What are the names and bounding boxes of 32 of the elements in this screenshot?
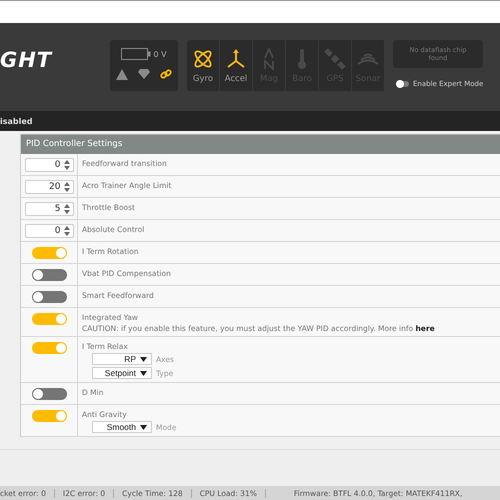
battery-voltage: 0 V xyxy=(153,50,167,58)
toggle-switch[interactable] xyxy=(32,313,66,325)
spinner-arrows-icon xyxy=(64,226,70,236)
toggle-switch[interactable] xyxy=(32,247,66,259)
caret-icon xyxy=(140,424,147,430)
toggle-switch[interactable] xyxy=(32,410,66,422)
dropdown-select[interactable]: Setpoint xyxy=(92,367,152,379)
expert-mode-switch[interactable] xyxy=(396,81,409,87)
toggle-switch[interactable] xyxy=(32,269,66,281)
logo-text: GHT xyxy=(0,48,54,72)
atom-icon xyxy=(192,48,214,70)
dropdown-select[interactable]: RP xyxy=(92,353,152,365)
number-input[interactable]: 5 xyxy=(24,202,74,216)
sensor-label: Accel xyxy=(224,74,248,84)
dropdown-select[interactable]: Smooth xyxy=(92,421,152,433)
panel-title: PID Controller Settings xyxy=(21,134,500,154)
satellite-icon xyxy=(324,48,346,70)
toggle-switch[interactable] xyxy=(32,291,66,303)
toggle-switch[interactable] xyxy=(32,342,66,354)
toggle-switch[interactable] xyxy=(32,388,66,400)
spinner-arrows-icon xyxy=(64,160,70,170)
number-input[interactable]: 0 xyxy=(24,158,74,172)
number-input[interactable]: 0 xyxy=(24,224,74,238)
battery-icon xyxy=(121,48,152,60)
banner-text: isabled xyxy=(0,116,33,126)
number-input[interactable]: 20 xyxy=(24,180,74,194)
caret-icon xyxy=(140,356,147,362)
sensor-label: Gyro xyxy=(192,74,214,84)
axes-arrows-icon xyxy=(225,48,247,70)
spinner-arrows-icon xyxy=(64,182,70,192)
caret-icon xyxy=(140,370,147,376)
spinner-arrows-icon xyxy=(64,204,70,214)
